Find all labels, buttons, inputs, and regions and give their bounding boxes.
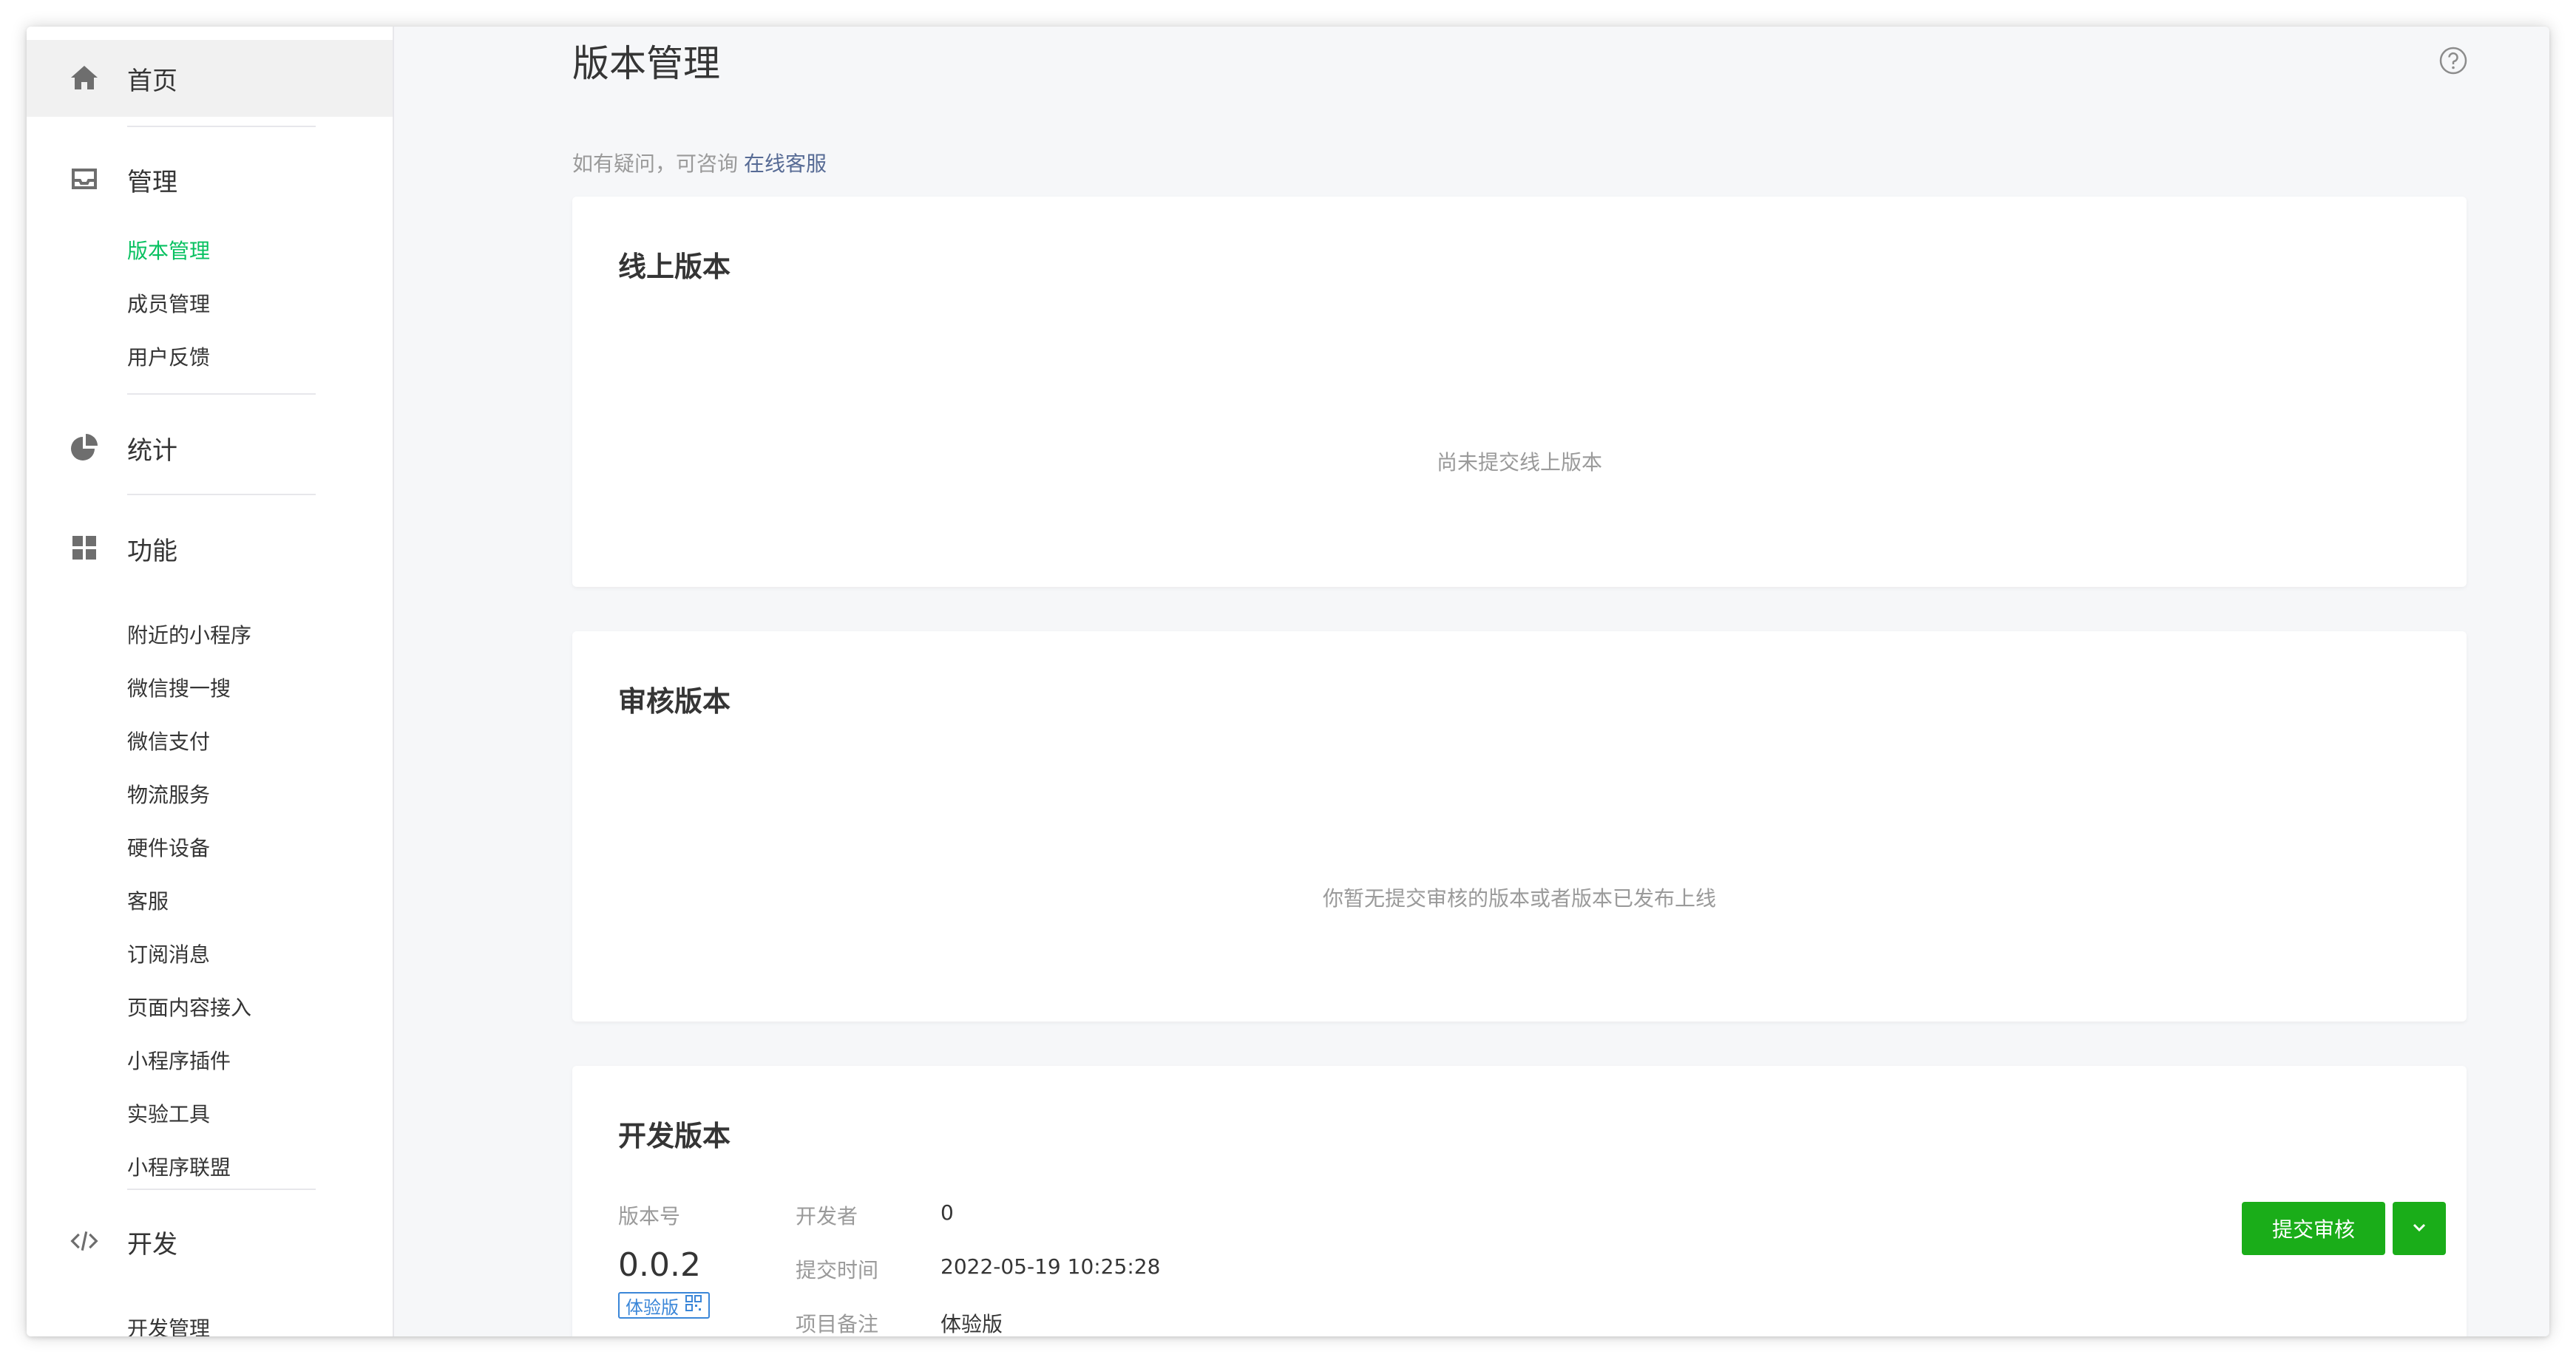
- help-notice: 如有疑问，可咨询 在线客服: [572, 148, 827, 177]
- sidebar-item-nearby-miniprogram[interactable]: 附近的小程序: [127, 619, 251, 649]
- sidebar-item-lab-tools[interactable]: 实验工具: [127, 1098, 210, 1128]
- sidebar: 首页 管理 版本管理 成员管理 用户反馈 统计 功能 附近的小程序 微信搜一搜 …: [27, 27, 394, 1336]
- sidebar-section-dev[interactable]: 开发: [27, 1216, 393, 1268]
- submit-time-value: 2022-05-19 10:25:28: [940, 1254, 1161, 1279]
- empty-state-text: 你暂无提交审核的版本或者版本已发布上线: [1322, 886, 1716, 911]
- sidebar-item-subscribe-message[interactable]: 订阅消息: [127, 939, 210, 968]
- page-title: 版本管理: [572, 42, 720, 85]
- empty-state-text: 尚未提交线上版本: [1436, 450, 1602, 475]
- sidebar-section-label: 管理: [127, 167, 177, 197]
- sidebar-item-wechat-search[interactable]: 微信搜一搜: [127, 673, 231, 702]
- card-title: 开发版本: [618, 1120, 731, 1152]
- review-version-card: 审核版本 你暂无提交审核的版本或者版本已发布上线: [572, 631, 2467, 1022]
- note-label: 项目备注: [796, 1312, 879, 1336]
- app-window: 首页 管理 版本管理 成员管理 用户反馈 统计 功能 附近的小程序 微信搜一搜 …: [27, 27, 2549, 1336]
- submit-time-label: 提交时间: [796, 1258, 879, 1282]
- divider: [127, 393, 316, 395]
- more-actions-dropdown[interactable]: [2393, 1202, 2446, 1255]
- inbox-icon: [70, 164, 99, 194]
- divider: [127, 126, 316, 127]
- sidebar-item-hardware[interactable]: 硬件设备: [127, 832, 210, 862]
- home-icon: [70, 63, 99, 92]
- sidebar-item-version-manage[interactable]: 版本管理: [127, 235, 210, 265]
- code-icon: [70, 1226, 99, 1256]
- sidebar-item-home[interactable]: 首页: [27, 40, 393, 117]
- online-version-card: 线上版本 尚未提交线上版本: [572, 197, 2467, 587]
- divider: [127, 494, 316, 495]
- sidebar-item-wechat-pay[interactable]: 微信支付: [127, 726, 210, 755]
- sidebar-item-user-feedback[interactable]: 用户反馈: [127, 341, 210, 371]
- sidebar-section-label: 开发: [127, 1229, 177, 1260]
- sidebar-item-plugins[interactable]: 小程序插件: [127, 1045, 231, 1075]
- card-title: 审核版本: [618, 685, 731, 718]
- developer-label: 开发者: [796, 1204, 858, 1228]
- sidebar-item-logistics[interactable]: 物流服务: [127, 779, 210, 809]
- sidebar-item-dev-manage[interactable]: 开发管理: [127, 1313, 210, 1336]
- sidebar-item-member-manage[interactable]: 成员管理: [127, 288, 210, 318]
- divider: [127, 1189, 316, 1190]
- card-title: 线上版本: [618, 251, 731, 283]
- notice-text: 如有疑问，可咨询: [572, 152, 739, 176]
- pie-chart-icon: [70, 432, 99, 462]
- sidebar-section-manage[interactable]: 管理: [27, 154, 393, 205]
- online-service-link[interactable]: 在线客服: [744, 152, 827, 176]
- trial-version-tag[interactable]: 体验版: [618, 1292, 710, 1319]
- note-value: 体验版: [940, 1312, 1003, 1336]
- help-icon[interactable]: [2438, 46, 2468, 75]
- sidebar-item-customer-service[interactable]: 客服: [127, 886, 169, 915]
- qr-code-icon: [685, 1294, 702, 1316]
- sidebar-section-stats[interactable]: 统计: [27, 422, 393, 474]
- developer-value: 0: [940, 1200, 954, 1225]
- sidebar-item-page-content[interactable]: 页面内容接入: [127, 992, 251, 1022]
- submit-review-button[interactable]: 提交审核: [2242, 1202, 2385, 1255]
- dev-version-card: 开发版本 版本号 0.0.2 体验版 开发者 0 提交时间 2022-05-19…: [572, 1066, 2467, 1336]
- version-number: 0.0.2: [618, 1246, 701, 1284]
- sidebar-section-features[interactable]: 功能: [27, 523, 393, 574]
- grid-icon: [70, 533, 99, 562]
- sidebar-section-label: 功能: [127, 536, 177, 566]
- tag-label: 体验版: [626, 1296, 679, 1318]
- sidebar-section-label: 统计: [127, 435, 177, 466]
- chevron-down-icon: [2410, 1218, 2428, 1239]
- sidebar-item-label: 首页: [127, 66, 177, 96]
- sidebar-item-alliance[interactable]: 小程序联盟: [127, 1152, 231, 1181]
- version-number-label: 版本号: [618, 1204, 681, 1228]
